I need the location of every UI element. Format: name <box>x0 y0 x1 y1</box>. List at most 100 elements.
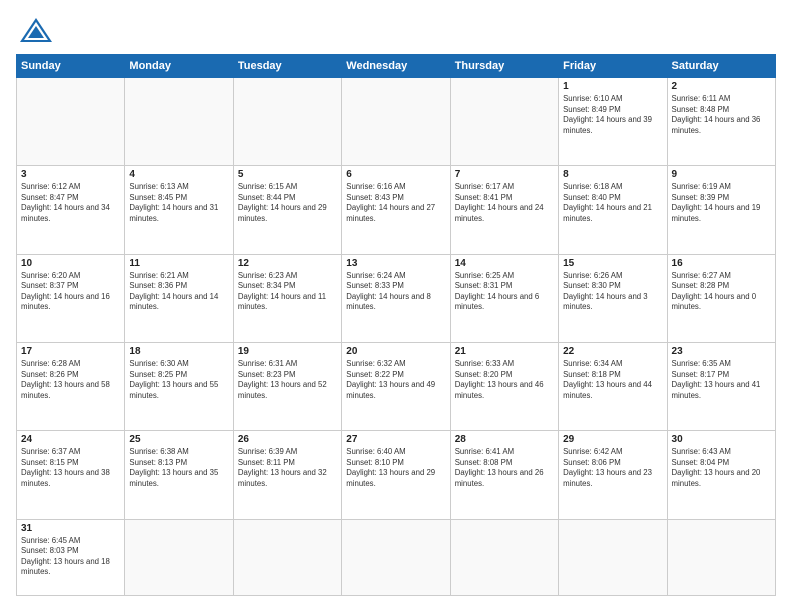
day-number: 27 <box>346 434 445 445</box>
day-number: 13 <box>346 258 445 269</box>
day-number: 5 <box>238 169 337 180</box>
day-number: 6 <box>346 169 445 180</box>
week-row-1: 1 Sunrise: 6:10 AM Sunset: 8:49 PM Daylig… <box>17 78 776 166</box>
day-number: 20 <box>346 346 445 357</box>
day-info: Sunrise: 6:38 AM Sunset: 8:13 PM Dayligh… <box>129 447 228 489</box>
day-info: Sunrise: 6:13 AM Sunset: 8:45 PM Dayligh… <box>129 182 228 224</box>
day-number: 14 <box>455 258 554 269</box>
day-number: 3 <box>21 169 120 180</box>
day-number: 23 <box>672 346 771 357</box>
day-number: 31 <box>21 523 120 534</box>
day-info: Sunrise: 6:19 AM Sunset: 8:39 PM Dayligh… <box>672 182 771 224</box>
calendar-cell: 18Sunrise: 6:30 AM Sunset: 8:25 PM Dayli… <box>125 343 233 431</box>
day-info: Sunrise: 6:45 AM Sunset: 8:03 PM Dayligh… <box>21 536 120 578</box>
day-info: Sunrise: 6:31 AM Sunset: 8:23 PM Dayligh… <box>238 359 337 401</box>
calendar-cell: 1 Sunrise: 6:10 AM Sunset: 8:49 PM Daylig… <box>559 78 667 166</box>
week-row-5: 24 Sunrise: 6:37 AM Sunset: 8:15 PM Dayli… <box>17 431 776 519</box>
calendar-cell <box>125 78 233 166</box>
calendar-cell: 3 Sunrise: 6:12 AM Sunset: 8:47 PM Daylig… <box>17 166 125 254</box>
day-info: Sunrise: 6:24 AM Sunset: 8:33 PM Dayligh… <box>346 271 445 313</box>
week-row-4: 17 Sunrise: 6:28 AM Sunset: 8:26 PM Dayli… <box>17 343 776 431</box>
day-number: 8 <box>563 169 662 180</box>
calendar-cell: 24 Sunrise: 6:37 AM Sunset: 8:15 PM Dayli… <box>17 431 125 519</box>
calendar-cell: 17 Sunrise: 6:28 AM Sunset: 8:26 PM Dayli… <box>17 343 125 431</box>
calendar-cell: 25Sunrise: 6:38 AM Sunset: 8:13 PM Dayli… <box>125 431 233 519</box>
day-info: Sunrise: 6:28 AM Sunset: 8:26 PM Dayligh… <box>21 359 120 401</box>
day-info: Sunrise: 6:27 AM Sunset: 8:28 PM Dayligh… <box>672 271 771 313</box>
calendar-cell: 30 Sunrise: 6:43 AM Sunset: 8:04 PM Dayli… <box>667 431 775 519</box>
day-number: 22 <box>563 346 662 357</box>
day-info: Sunrise: 6:25 AM Sunset: 8:31 PM Dayligh… <box>455 271 554 313</box>
weekday-header-row: SundayMondayTuesdayWednesdayThursdayFrid… <box>17 55 776 78</box>
day-info: Sunrise: 6:12 AM Sunset: 8:47 PM Dayligh… <box>21 182 120 224</box>
logo <box>16 16 54 44</box>
weekday-tuesday: Tuesday <box>233 55 341 78</box>
calendar-cell: 27 Sunrise: 6:40 AM Sunset: 8:10 PM Dayli… <box>342 431 450 519</box>
calendar-cell <box>559 519 667 595</box>
day-info: Sunrise: 6:43 AM Sunset: 8:04 PM Dayligh… <box>672 447 771 489</box>
header <box>16 16 776 44</box>
calendar-table: SundayMondayTuesdayWednesdayThursdayFrid… <box>16 54 776 596</box>
calendar-cell <box>450 519 558 595</box>
calendar-cell <box>17 78 125 166</box>
day-info: Sunrise: 6:23 AM Sunset: 8:34 PM Dayligh… <box>238 271 337 313</box>
calendar-cell: 19 Sunrise: 6:31 AM Sunset: 8:23 PM Dayli… <box>233 343 341 431</box>
calendar-cell: 5 Sunrise: 6:15 AM Sunset: 8:44 PM Daylig… <box>233 166 341 254</box>
weekday-saturday: Saturday <box>667 55 775 78</box>
day-number: 19 <box>238 346 337 357</box>
day-info: Sunrise: 6:32 AM Sunset: 8:22 PM Dayligh… <box>346 359 445 401</box>
weekday-thursday: Thursday <box>450 55 558 78</box>
week-row-3: 10 Sunrise: 6:20 AM Sunset: 8:37 PM Dayli… <box>17 254 776 342</box>
day-number: 24 <box>21 434 120 445</box>
day-number: 9 <box>672 169 771 180</box>
weekday-monday: Monday <box>125 55 233 78</box>
calendar-cell: 29 Sunrise: 6:42 AM Sunset: 8:06 PM Dayli… <box>559 431 667 519</box>
calendar-cell: 11 Sunrise: 6:21 AM Sunset: 8:36 PM Dayli… <box>125 254 233 342</box>
day-number: 12 <box>238 258 337 269</box>
day-number: 17 <box>21 346 120 357</box>
calendar-cell: 12 Sunrise: 6:23 AM Sunset: 8:34 PM Dayli… <box>233 254 341 342</box>
day-number: 21 <box>455 346 554 357</box>
day-info: Sunrise: 6:37 AM Sunset: 8:15 PM Dayligh… <box>21 447 120 489</box>
calendar-cell: 31 Sunrise: 6:45 AM Sunset: 8:03 PM Dayli… <box>17 519 125 595</box>
day-number: 29 <box>563 434 662 445</box>
day-info: Sunrise: 6:33 AM Sunset: 8:20 PM Dayligh… <box>455 359 554 401</box>
calendar-cell: 16Sunrise: 6:27 AM Sunset: 8:28 PM Dayli… <box>667 254 775 342</box>
day-info: Sunrise: 6:21 AM Sunset: 8:36 PM Dayligh… <box>129 271 228 313</box>
day-number: 11 <box>129 258 228 269</box>
calendar-cell: 23 Sunrise: 6:35 AM Sunset: 8:17 PM Dayli… <box>667 343 775 431</box>
week-row-2: 3 Sunrise: 6:12 AM Sunset: 8:47 PM Daylig… <box>17 166 776 254</box>
day-info: Sunrise: 6:41 AM Sunset: 8:08 PM Dayligh… <box>455 447 554 489</box>
day-number: 10 <box>21 258 120 269</box>
calendar-cell: 26Sunrise: 6:39 AM Sunset: 8:11 PM Dayli… <box>233 431 341 519</box>
calendar-cell <box>667 519 775 595</box>
weekday-friday: Friday <box>559 55 667 78</box>
calendar-cell: 2Sunrise: 6:11 AM Sunset: 8:48 PM Daylig… <box>667 78 775 166</box>
day-number: 7 <box>455 169 554 180</box>
day-number: 30 <box>672 434 771 445</box>
day-info: Sunrise: 6:42 AM Sunset: 8:06 PM Dayligh… <box>563 447 662 489</box>
day-number: 4 <box>129 169 228 180</box>
day-info: Sunrise: 6:34 AM Sunset: 8:18 PM Dayligh… <box>563 359 662 401</box>
calendar-cell: 14 Sunrise: 6:25 AM Sunset: 8:31 PM Dayli… <box>450 254 558 342</box>
logo-icon <box>18 16 54 44</box>
day-number: 28 <box>455 434 554 445</box>
page: SundayMondayTuesdayWednesdayThursdayFrid… <box>0 0 792 612</box>
day-number: 18 <box>129 346 228 357</box>
day-info: Sunrise: 6:20 AM Sunset: 8:37 PM Dayligh… <box>21 271 120 313</box>
day-number: 1 <box>563 81 662 92</box>
calendar-cell: 6Sunrise: 6:16 AM Sunset: 8:43 PM Daylig… <box>342 166 450 254</box>
calendar-cell <box>450 78 558 166</box>
day-info: Sunrise: 6:40 AM Sunset: 8:10 PM Dayligh… <box>346 447 445 489</box>
day-info: Sunrise: 6:35 AM Sunset: 8:17 PM Dayligh… <box>672 359 771 401</box>
day-info: Sunrise: 6:15 AM Sunset: 8:44 PM Dayligh… <box>238 182 337 224</box>
calendar-cell: 8Sunrise: 6:18 AM Sunset: 8:40 PM Daylig… <box>559 166 667 254</box>
calendar-cell: 7Sunrise: 6:17 AM Sunset: 8:41 PM Daylig… <box>450 166 558 254</box>
week-row-6: 31 Sunrise: 6:45 AM Sunset: 8:03 PM Dayli… <box>17 519 776 595</box>
calendar-cell: 4 Sunrise: 6:13 AM Sunset: 8:45 PM Daylig… <box>125 166 233 254</box>
calendar-cell <box>233 519 341 595</box>
weekday-wednesday: Wednesday <box>342 55 450 78</box>
calendar-cell <box>125 519 233 595</box>
calendar-cell <box>342 519 450 595</box>
day-info: Sunrise: 6:10 AM Sunset: 8:49 PM Dayligh… <box>563 94 662 136</box>
